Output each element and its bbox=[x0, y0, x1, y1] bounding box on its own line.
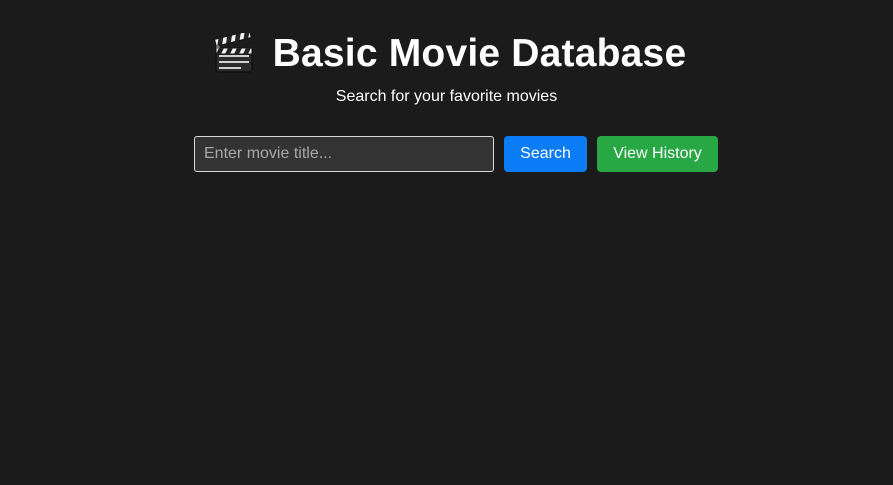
search-button[interactable]: Search bbox=[504, 136, 587, 172]
app-page: Basic Movie Database Search for your fav… bbox=[0, 0, 893, 485]
movie-search-input[interactable] bbox=[194, 136, 494, 172]
page-subtitle: Search for your favorite movies bbox=[335, 88, 558, 105]
view-history-button[interactable]: View History bbox=[597, 136, 718, 172]
header: Basic Movie Database Search for your fav… bbox=[0, 30, 893, 107]
page-title: Basic Movie Database bbox=[272, 32, 687, 75]
search-bar: Search View History bbox=[194, 136, 718, 172]
clapperboard-icon bbox=[213, 30, 255, 75]
title-row: Basic Movie Database bbox=[0, 30, 893, 78]
